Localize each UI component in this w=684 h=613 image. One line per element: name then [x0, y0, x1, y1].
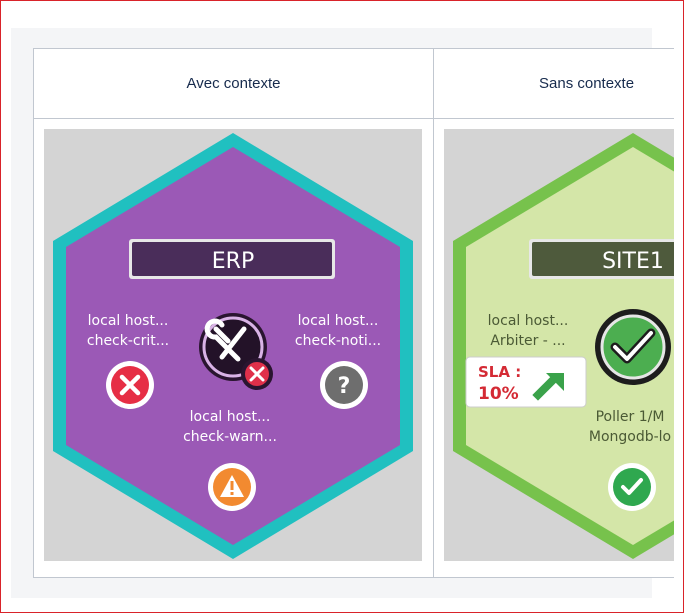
sla-label: SLA :: [478, 363, 521, 381]
error-icon: [241, 358, 273, 390]
svg-text:?: ?: [338, 374, 351, 399]
site1-cell: SITE1 local host... Arbiter - ... SLA : …: [434, 119, 674, 577]
erp-hexagon-tile[interactable]: ERP local host... check-crit... local ho…: [44, 129, 422, 561]
erp-title: ERP: [212, 249, 254, 274]
column-header-avec-contexte: Avec contexte: [186, 75, 281, 92]
erp-bottom-service-line1: local host...: [190, 409, 271, 425]
site1-left-service-line2: Arbiter - ...: [490, 333, 565, 349]
column-header-sans-contexte: Sans contexte: [539, 75, 635, 92]
unknown-icon[interactable]: ?: [320, 361, 368, 409]
site1-title: SITE1: [602, 249, 664, 274]
site1-left-service-line1: local host...: [488, 313, 569, 329]
sla-badge[interactable]: SLA : 10%: [465, 356, 587, 408]
erp-left-service-line2: check-crit...: [87, 333, 169, 349]
erp-bottom-service-line2: check-warn...: [183, 429, 277, 445]
erp-right-service-line1: local host...: [298, 313, 379, 329]
site1-hexagon-tile[interactable]: SITE1 local host... Arbiter - ... SLA : …: [444, 129, 674, 561]
critical-icon[interactable]: [106, 361, 154, 409]
site1-bottom-service-line2: Mongodb-lo: [589, 429, 671, 445]
ok-icon[interactable]: [608, 463, 656, 511]
table-header-row: Avec contexte Sans contexte: [34, 49, 674, 119]
erp-cell: ERP local host... check-crit... local ho…: [34, 119, 433, 577]
site1-bottom-service-line1: Poller 1/M: [596, 409, 665, 425]
comparison-table: Avec contexte Sans contexte ERP local ho…: [33, 48, 674, 578]
sla-value: 10%: [478, 384, 519, 404]
erp-left-service-line1: local host...: [88, 313, 169, 329]
erp-right-service-line2: check-noti...: [295, 333, 381, 349]
check-circle-icon[interactable]: [595, 309, 671, 385]
warning-icon[interactable]: [208, 463, 256, 511]
